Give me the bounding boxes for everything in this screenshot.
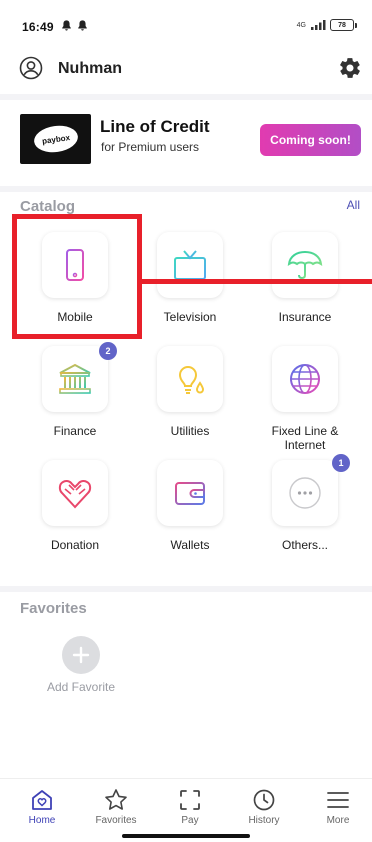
menu-icon bbox=[327, 792, 349, 808]
home-icon bbox=[32, 790, 52, 810]
nav-pay[interactable]: Pay bbox=[153, 787, 227, 831]
catalog-tile[interactable] bbox=[42, 460, 108, 526]
promo-title: Line of Credit bbox=[100, 117, 210, 136]
clock-icon bbox=[253, 789, 275, 811]
highlight-box bbox=[12, 214, 142, 339]
catalog-item-label: Utilities bbox=[170, 424, 210, 438]
catalog-tile[interactable] bbox=[272, 460, 338, 526]
catalog-tile[interactable] bbox=[157, 232, 223, 298]
divider bbox=[0, 586, 372, 592]
home-indicator bbox=[122, 834, 250, 838]
signal-icon bbox=[311, 20, 326, 30]
favorites-title: Favorites bbox=[20, 600, 87, 617]
nav-history[interactable]: History bbox=[227, 787, 301, 831]
promo-subtitle: for Premium users bbox=[101, 140, 200, 154]
catalog-item-others[interactable]: 1 Others... bbox=[254, 454, 350, 570]
notification-icon bbox=[62, 20, 71, 31]
nav-label: History bbox=[248, 815, 280, 826]
add-favorite-button[interactable] bbox=[62, 636, 100, 674]
notification-icon bbox=[78, 20, 87, 31]
nav-more[interactable]: More bbox=[301, 787, 372, 831]
status-right: 4G 78 bbox=[296, 19, 357, 31]
battery-icon: 78 bbox=[330, 19, 357, 31]
catalog-item-label: Television bbox=[163, 310, 217, 324]
bulb-icon bbox=[178, 366, 205, 394]
catalog-item-wallets[interactable]: Wallets bbox=[139, 460, 235, 570]
catalog-tile[interactable] bbox=[157, 346, 223, 412]
app-header: Nuhman bbox=[0, 52, 372, 94]
more-dots-icon bbox=[289, 477, 321, 509]
catalog-tile[interactable] bbox=[42, 346, 108, 412]
catalog-item-donation[interactable]: Donation bbox=[24, 460, 120, 570]
catalog-tile[interactable] bbox=[157, 460, 223, 526]
catalog-tile[interactable] bbox=[272, 232, 338, 298]
heart-hands-icon bbox=[58, 479, 92, 509]
catalog-item-label: Others... bbox=[281, 538, 328, 552]
catalog-item-label: Insurance bbox=[278, 310, 332, 324]
notification-badge: 1 bbox=[332, 454, 350, 472]
catalog-item-label: Wallets bbox=[170, 538, 210, 552]
paybox-logo: paybox bbox=[20, 114, 91, 164]
catalog-item-utilities[interactable]: Utilities bbox=[139, 346, 235, 456]
notification-badge: 2 bbox=[99, 342, 117, 360]
status-bar: 16:49 4G 78 bbox=[0, 0, 372, 52]
wallet-icon bbox=[175, 482, 205, 505]
user-icon[interactable] bbox=[19, 56, 43, 80]
catalog-item-television[interactable]: Television bbox=[139, 232, 235, 342]
bank-icon bbox=[59, 363, 91, 394]
catalog-tile[interactable] bbox=[272, 346, 338, 412]
star-icon bbox=[105, 789, 127, 810]
nav-label: More bbox=[326, 815, 350, 826]
promo-banner[interactable]: paybox Line of Credit for Premium users … bbox=[0, 100, 372, 186]
scan-icon bbox=[180, 790, 200, 810]
plus-icon bbox=[72, 646, 90, 664]
nav-favorites[interactable]: Favorites bbox=[79, 787, 153, 831]
catalog-item-fixed-line-internet[interactable]: Fixed Line & Internet bbox=[254, 346, 350, 456]
catalog-item-label: Finance bbox=[53, 424, 97, 438]
catalog-all-link[interactable]: All bbox=[347, 198, 360, 212]
nav-home[interactable]: Home bbox=[5, 787, 79, 831]
nav-label: Home bbox=[28, 815, 56, 826]
highlight-line bbox=[138, 279, 372, 284]
network-label: 4G bbox=[296, 21, 306, 29]
paybox-logo-text: paybox bbox=[31, 123, 80, 155]
catalog-item-label: Donation bbox=[50, 538, 100, 552]
bottom-nav: Home Favorites Pay History More bbox=[0, 778, 372, 842]
add-favorite-label: Add Favorite bbox=[46, 680, 116, 694]
gear-icon[interactable] bbox=[338, 56, 362, 80]
divider bbox=[0, 186, 372, 192]
globe-icon bbox=[290, 364, 320, 394]
coming-soon-button[interactable]: Coming soon! bbox=[260, 124, 361, 156]
status-time: 16:49 bbox=[22, 20, 54, 34]
catalog-title: Catalog bbox=[20, 198, 76, 215]
notification-icons bbox=[60, 19, 89, 32]
catalog-item-label: Fixed Line & Internet bbox=[271, 424, 339, 452]
catalog-item-finance[interactable]: 2 Finance bbox=[24, 342, 120, 456]
user-name[interactable]: Nuhman bbox=[58, 60, 122, 78]
nav-label: Favorites bbox=[95, 815, 137, 826]
catalog-item-insurance[interactable]: Insurance bbox=[254, 232, 350, 342]
nav-label: Pay bbox=[181, 815, 199, 826]
